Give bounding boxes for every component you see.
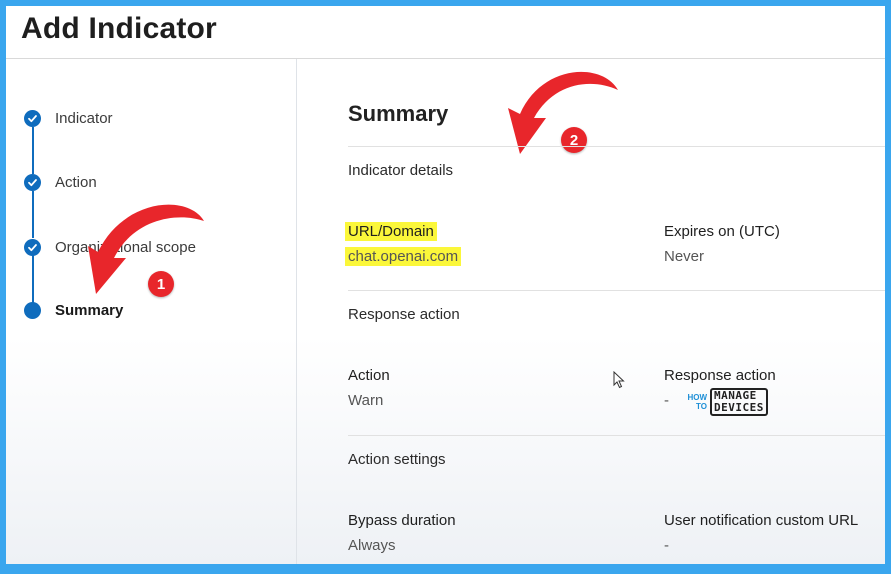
- step-connector: [32, 191, 34, 238]
- step-label: Summary: [55, 301, 124, 319]
- annotation-badge-2: 2: [561, 127, 587, 153]
- watermark-logo: HOW TO MANAGE DEVICES: [687, 387, 773, 417]
- current-step-dot-icon: [24, 301, 41, 319]
- section-divider: [348, 290, 885, 291]
- notification-url-value: -: [664, 537, 669, 554]
- checkmark-icon: [24, 173, 41, 191]
- page-header: Add Indicator: [6, 6, 885, 59]
- summary-panel: Summary 2 Indicator details URL/Domain c…: [297, 59, 885, 564]
- checkmark-icon: [24, 238, 41, 256]
- response-action-heading: Response action: [348, 306, 460, 323]
- wizard-steps-pane: Indicator Action Organizational scope Su…: [6, 59, 297, 564]
- annotation-badge-1: 1: [148, 271, 174, 297]
- url-domain-value: chat.openai.com: [345, 247, 462, 266]
- annotation-arrow-2: [508, 71, 618, 154]
- watermark-small-text: HOW TO: [687, 393, 707, 411]
- expires-on-value: Never: [664, 248, 705, 265]
- step-label: Indicator: [55, 109, 113, 127]
- section-divider: [348, 146, 885, 147]
- bypass-duration-label: Bypass duration: [348, 512, 456, 529]
- step-label: Action: [55, 173, 97, 191]
- action-value: Warn: [348, 392, 384, 409]
- action-settings-heading: Action settings: [348, 451, 446, 468]
- notification-url-label: User notification custom URL: [664, 512, 859, 529]
- expires-on-label: Expires on (UTC): [664, 223, 780, 240]
- response-action-label: Response action: [664, 367, 776, 384]
- action-label: Action: [348, 367, 390, 384]
- step-connector: [32, 255, 34, 303]
- mouse-pointer-icon: [613, 371, 625, 389]
- response-action-value: -: [664, 392, 669, 409]
- checkmark-icon: [24, 109, 41, 127]
- section-divider: [348, 435, 885, 436]
- url-domain-label: URL/Domain: [345, 222, 437, 241]
- step-connector: [32, 127, 34, 174]
- summary-heading: Summary: [348, 101, 449, 126]
- watermark-box-text: MANAGE DEVICES: [710, 388, 768, 416]
- window-frame: Add Indicator Indicator Action Organizat…: [6, 6, 885, 564]
- step-indicator[interactable]: Indicator: [24, 107, 113, 129]
- indicator-details-heading: Indicator details: [348, 162, 454, 179]
- step-action[interactable]: Action: [24, 171, 97, 193]
- bypass-duration-value: Always: [348, 537, 396, 554]
- page-title: Add Indicator: [21, 12, 217, 45]
- annotation-arrow-1: [88, 204, 204, 294]
